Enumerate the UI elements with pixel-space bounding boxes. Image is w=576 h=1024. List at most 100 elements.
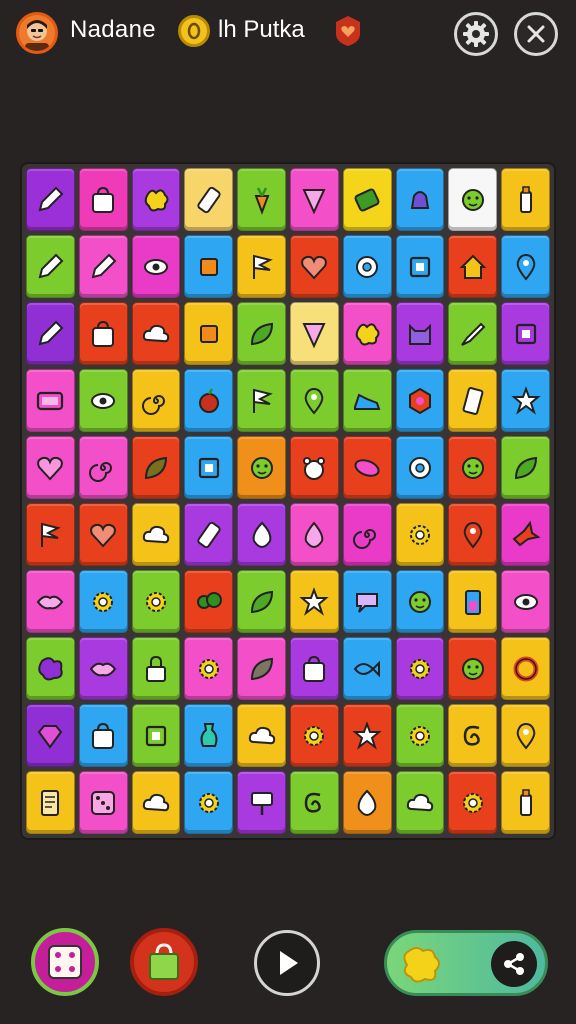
board-tile[interactable] [26,771,75,834]
board-tile[interactable] [184,637,234,700]
board-tile[interactable] [131,369,181,432]
board-tile[interactable] [184,168,234,231]
board-tile[interactable] [131,771,181,834]
board-tile[interactable] [395,302,445,365]
board-tile[interactable] [78,436,128,499]
board-tile[interactable] [342,235,392,298]
shop-button[interactable] [130,928,198,996]
board-tile[interactable] [395,704,445,767]
share-button[interactable] [491,941,537,987]
board-tile[interactable] [78,503,128,566]
close-button[interactable] [514,12,558,56]
board-tile[interactable] [131,503,181,566]
board-tile[interactable] [395,369,445,432]
board-tile[interactable] [131,168,181,231]
board-tile[interactable] [342,168,392,231]
board-tile[interactable] [395,570,445,633]
board-tile[interactable] [26,704,75,767]
board-tile[interactable] [237,168,286,231]
board-tile[interactable] [26,637,75,700]
board-tile[interactable] [448,302,498,365]
dice-button[interactable] [31,928,99,996]
board-tile[interactable] [448,704,498,767]
board-tile[interactable] [78,302,128,365]
board-tile[interactable] [289,771,339,834]
board-tile[interactable] [289,235,339,298]
board-tile[interactable] [501,637,550,700]
board-tile[interactable] [26,369,75,432]
board-tile[interactable] [342,704,392,767]
board-tile[interactable] [131,570,181,633]
board-tile[interactable] [26,302,75,365]
board-tile[interactable] [448,570,498,633]
board-tile[interactable] [395,771,445,834]
board-tile[interactable] [78,704,128,767]
board-tile[interactable] [237,704,286,767]
board-tile[interactable] [289,503,339,566]
board-tile[interactable] [448,503,498,566]
board-tile[interactable] [78,235,128,298]
board-tile[interactable] [237,503,286,566]
board-tile[interactable] [501,503,550,566]
board-tile[interactable] [289,637,339,700]
board-tile[interactable] [501,570,550,633]
board-tile[interactable] [395,503,445,566]
board-tile[interactable] [184,704,234,767]
board-tile[interactable] [78,771,128,834]
board-tile[interactable] [184,570,234,633]
board-tile[interactable] [342,570,392,633]
board-tile[interactable] [26,570,75,633]
board-tile[interactable] [342,369,392,432]
board-tile[interactable] [342,637,392,700]
board-tile[interactable] [131,302,181,365]
board-tile[interactable] [448,168,498,231]
board-tile[interactable] [26,436,75,499]
board-tile[interactable] [78,570,128,633]
heart-badge-icon[interactable] [332,14,364,48]
board-tile[interactable] [131,704,181,767]
board-tile[interactable] [448,637,498,700]
board-tile[interactable] [501,369,550,432]
board-tile[interactable] [26,168,75,231]
board-tile[interactable] [342,302,392,365]
board-tile[interactable] [184,369,234,432]
board-tile[interactable] [131,235,181,298]
board-tile[interactable] [184,771,234,834]
board-tile[interactable] [448,436,498,499]
board-tile[interactable] [395,168,445,231]
board-tile[interactable] [395,235,445,298]
board-tile[interactable] [289,436,339,499]
board-tile[interactable] [78,168,128,231]
board-tile[interactable] [289,168,339,231]
avatar[interactable] [16,12,58,54]
board-tile[interactable] [501,302,550,365]
board-tile[interactable] [26,235,75,298]
board-tile[interactable] [501,168,550,231]
board-tile[interactable] [237,302,286,365]
board-tile[interactable] [448,369,498,432]
board-tile[interactable] [237,436,286,499]
board-tile[interactable] [131,637,181,700]
board-tile[interactable] [289,302,339,365]
board-tile[interactable] [78,369,128,432]
board-tile[interactable] [342,503,392,566]
board-tile[interactable] [237,369,286,432]
board-tile[interactable] [501,704,550,767]
board-tile[interactable] [342,771,392,834]
board-tile[interactable] [501,436,550,499]
board-tile[interactable] [184,302,234,365]
board-tile[interactable] [395,637,445,700]
board-tile[interactable] [26,503,75,566]
board-tile[interactable] [184,436,234,499]
board-tile[interactable] [395,436,445,499]
powerup-button[interactable] [384,930,548,996]
board-tile[interactable] [184,503,234,566]
board-tile[interactable] [237,570,286,633]
board-tile[interactable] [237,637,286,700]
board-tile[interactable] [289,369,339,432]
board-tile[interactable] [501,771,550,834]
board-tile[interactable] [342,436,392,499]
board-tile[interactable] [448,235,498,298]
board-tile[interactable] [289,704,339,767]
board-tile[interactable] [448,771,498,834]
